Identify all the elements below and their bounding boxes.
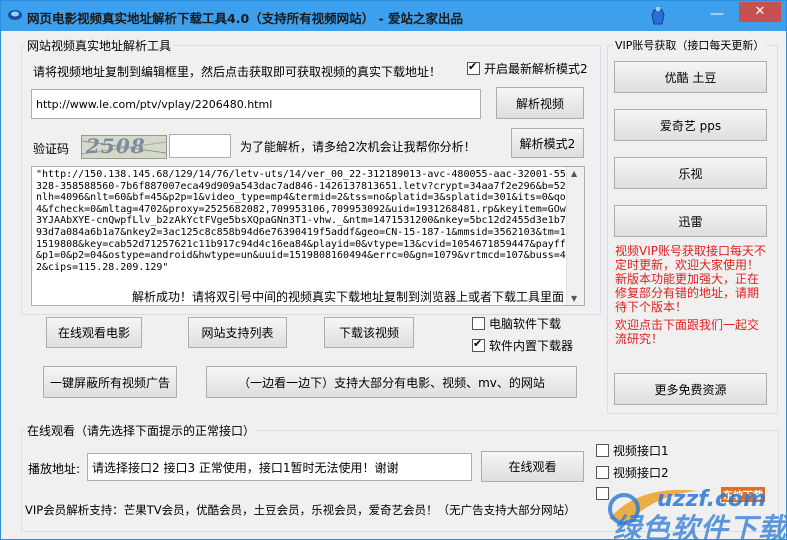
interface1-box[interactable] (596, 444, 609, 457)
builtin-download-box[interactable] (472, 337, 485, 352)
success-text: 解析成功！请将双引号中间的视频真实下载地址复制到浏览器上或者下载工具里面 (132, 288, 565, 305)
minimize-button[interactable]: — (705, 5, 729, 25)
captcha-text: 2508 (86, 135, 146, 158)
online-watch-button[interactable]: 在线观看 (481, 451, 584, 482)
vip-join-notice: 欢迎点击下面跟我们一起交流研究！ (615, 318, 760, 346)
watch-while-download-button[interactable]: （一边看一边下）支持大部分有电影、视频、mv、的网站 (206, 366, 577, 398)
parser-group-label: 网站视频真实地址解析工具 (25, 37, 174, 54)
result-text: "http://150.138.145.68/129/14/76/letv-ut… (36, 169, 578, 273)
more-resources-button[interactable]: 更多免费资源 (614, 373, 767, 405)
builtin-download-checkbox[interactable]: 软件内置下载器 (472, 337, 573, 354)
vip-support-text: VIP会员解析支持：芒果TV会员，优酷会员，土豆会员，乐视会员，爱奇艺会员！（无… (25, 503, 576, 517)
block-ads-button[interactable]: 一键屏蔽所有视频广告 (43, 366, 177, 398)
vip-xunlei-button[interactable]: 迅雷 (614, 205, 767, 237)
app-logo-icon (8, 10, 22, 20)
interface2-box[interactable] (596, 466, 609, 479)
vip-letv-button[interactable]: 乐视 (614, 157, 767, 189)
pc-download-checkbox[interactable]: 电脑软件下载 (472, 315, 561, 332)
scroll-down-icon[interactable]: ▼ (571, 294, 577, 303)
captcha-label: 验证码 (33, 142, 70, 156)
parse-mode2-button[interactable]: 解析模式2 (511, 128, 584, 158)
window-title: 网页电影视频真实地址解析下载工具4.0（支持所有视频网站） - 爱站之家出品 (27, 11, 464, 26)
pc-download-label: 电脑软件下载 (489, 317, 562, 331)
download-video-button[interactable]: 下载该视频 (324, 317, 414, 348)
watermark-slogan: 绿色软件下载 (613, 512, 787, 540)
captcha-hint: 为了能解析，请多给2次机会让我帮你分析！ (240, 140, 476, 154)
parse-video-button[interactable]: 解析视频 (496, 87, 584, 119)
interface1-checkbox[interactable]: 视频接口1 (596, 442, 669, 459)
skin-icon[interactable] (651, 7, 665, 25)
latest-mode-box[interactable] (467, 60, 480, 75)
vip-youku-tudou-button[interactable]: 优酷 土豆 (614, 61, 767, 93)
vip-update-notice: 视频VIP账号获取接口每天不定时更新，欢迎大家使用！新版本功能更加强大，正在修复… (615, 244, 766, 314)
title-bar[interactable]: 网页电影视频真实地址解析下载工具4.0（支持所有视频网站） - 爱站之家出品 —… (1, 1, 786, 31)
vip-group-label: VIP账号获取（接口每天更新） (613, 37, 767, 53)
app-window: 网页电影视频真实地址解析下载工具4.0（支持所有视频网站） - 爱站之家出品 —… (0, 0, 787, 540)
captcha-image[interactable]: 2508 (81, 135, 167, 159)
watch-online-movie-button[interactable]: 在线观看电影 (46, 317, 142, 348)
interface1-label: 视频接口1 (613, 444, 669, 458)
builtin-download-label: 软件内置下载器 (489, 339, 574, 353)
vip-iqiyi-pps-button[interactable]: 爱奇艺 pps (614, 109, 767, 141)
instruction-text: 请将视频地址复制到编辑框里，然后点击获取即可获取视频的真实下载地址！ (33, 65, 442, 79)
latest-mode-checkbox[interactable]: 开启最新解析模式2 (467, 60, 588, 77)
captcha-input[interactable] (169, 134, 231, 158)
play-address-label: 播放地址: (28, 462, 81, 476)
close-button[interactable]: ✕ (739, 2, 781, 22)
watermark-logo: 东坡下载 uzzf.com 绿色软件下载 (599, 479, 787, 540)
site-list-button[interactable]: 网站支持列表 (188, 317, 287, 348)
pc-download-box[interactable] (472, 317, 485, 330)
latest-mode-label: 开启最新解析模式2 (484, 62, 588, 76)
video-url-input[interactable]: http://www.le.com/ptv/vplay/2206480.html (31, 89, 481, 119)
play-address-input[interactable]: 请选择接口2 接口3 正常使用，接口1暂时无法使用！谢谢 (87, 453, 472, 481)
online-group-label: 在线观看（请先选择下面提示的正常接口） (25, 422, 258, 439)
result-scrollbar[interactable]: ▲ ▼ (566, 167, 584, 305)
scroll-up-icon[interactable]: ▲ (571, 169, 577, 178)
result-textarea[interactable]: "http://150.138.145.68/129/14/76/letv-ut… (31, 166, 585, 306)
